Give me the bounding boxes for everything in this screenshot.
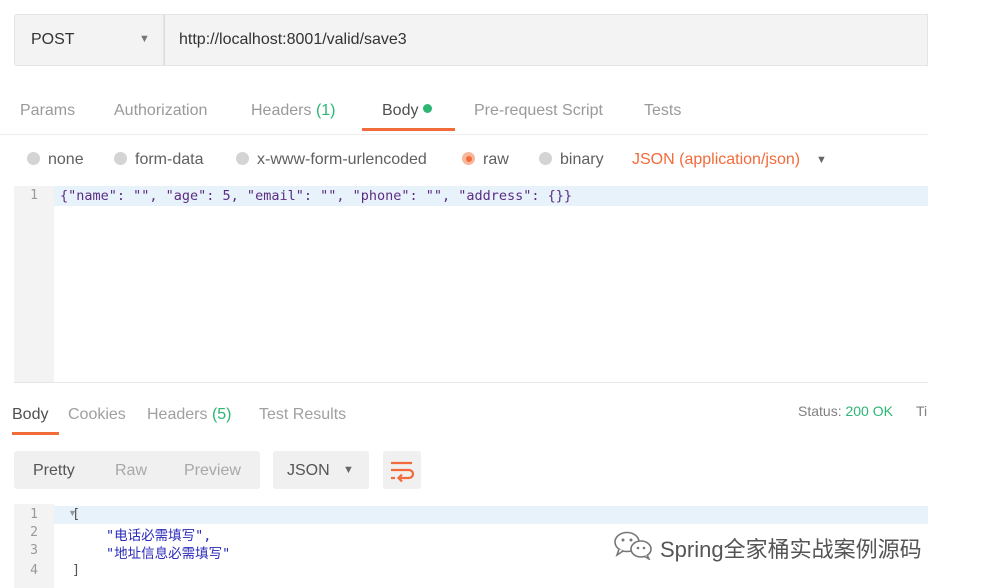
wechat-icon xyxy=(614,531,652,562)
response-line-2: "电话必需填写", xyxy=(106,528,212,544)
radio-form-data-label: form-data xyxy=(135,151,204,168)
response-line-4: ] xyxy=(72,562,81,578)
response-active-underline xyxy=(12,432,59,435)
radio-urlencoded[interactable]: x-www-form-urlencoded xyxy=(236,151,427,169)
body-indicator-dot xyxy=(423,104,433,113)
content-type-select[interactable]: JSON (application/json) xyxy=(632,151,800,169)
line-number: 3 xyxy=(30,543,38,558)
tab-body[interactable]: Body xyxy=(382,102,433,120)
radio-binary-label: binary xyxy=(560,151,604,168)
response-status: Status: 200 OK xyxy=(798,403,893,419)
line-number: 1 xyxy=(30,507,38,522)
tab-params[interactable]: Params xyxy=(20,102,75,120)
method-select[interactable]: POST ▼ xyxy=(14,14,164,66)
radio-none-label: none xyxy=(48,151,84,168)
caret-down-icon: ▼ xyxy=(139,33,150,45)
response-tabs: Body Cookies Headers (5) Test Results St… xyxy=(0,400,928,436)
radio-urlencoded-label: x-www-form-urlencoded xyxy=(257,151,427,168)
watermark-text: Spring全家桶实战案例源码 xyxy=(660,537,922,562)
radio-icon xyxy=(236,152,249,165)
status-time-truncated: Ti xyxy=(916,403,928,419)
response-tab-cookies[interactable]: Cookies xyxy=(68,406,126,424)
url-input[interactable]: http://localhost:8001/valid/save3 xyxy=(164,14,928,66)
tab-authorization[interactable]: Authorization xyxy=(114,102,207,120)
view-preview-button[interactable]: Preview xyxy=(184,462,241,480)
line-number: 4 xyxy=(30,563,38,578)
radio-binary[interactable]: binary xyxy=(539,151,604,169)
format-label: JSON xyxy=(287,462,330,479)
radio-form-data[interactable]: form-data xyxy=(114,151,203,169)
radio-none[interactable]: none xyxy=(27,151,84,169)
format-select[interactable]: JSON ▼ xyxy=(273,451,369,489)
view-mode-group: Pretty Raw Preview xyxy=(14,451,260,489)
view-pretty-button[interactable]: Pretty xyxy=(33,462,75,480)
request-tabs: Params Authorization Headers (1) Body Pr… xyxy=(0,88,928,135)
postman-window: POST ▼ http://localhost:8001/valid/save3… xyxy=(0,0,928,588)
line-number: 1 xyxy=(30,188,38,203)
method-label: POST xyxy=(31,31,75,48)
radio-raw[interactable]: raw xyxy=(462,151,509,169)
response-tab-headers-count: (5) xyxy=(211,406,232,423)
radio-selected-icon xyxy=(462,152,475,165)
radio-icon xyxy=(27,152,40,165)
line-gutter xyxy=(14,186,54,382)
status-label: Status: xyxy=(798,403,842,419)
watermark: Spring全家桶实战案例源码 xyxy=(612,530,922,562)
radio-icon xyxy=(539,152,552,165)
response-line-3: "地址信息必需填写" xyxy=(106,546,231,562)
body-type-selector: none form-data x-www-form-urlencoded raw… xyxy=(0,146,928,176)
caret-down-icon[interactable]: ▼ xyxy=(816,154,827,166)
wrap-lines-button[interactable] xyxy=(383,451,421,489)
url-text: http://localhost:8001/valid/save3 xyxy=(179,31,407,48)
response-tab-test-results[interactable]: Test Results xyxy=(259,406,346,424)
active-line-highlight xyxy=(14,506,928,524)
tab-pre-request-script[interactable]: Pre-request Script xyxy=(474,102,603,120)
response-tab-headers-label: Headers xyxy=(147,406,208,423)
radio-icon xyxy=(114,152,127,165)
tab-body-label: Body xyxy=(382,102,419,119)
wrap-lines-icon xyxy=(391,461,415,483)
request-body-code: {"name": "", "age": 5, "email": "", "pho… xyxy=(60,188,573,204)
tab-tests[interactable]: Tests xyxy=(644,102,681,120)
line-number: 2 xyxy=(30,525,38,540)
radio-raw-label: raw xyxy=(483,151,509,168)
tab-headers-count: (1) xyxy=(315,102,336,119)
request-body-editor[interactable]: 1 {"name": "", "age": 5, "email": "", "p… xyxy=(14,186,928,383)
view-raw-button[interactable]: Raw xyxy=(115,462,147,480)
response-tab-headers[interactable]: Headers (5) xyxy=(147,406,232,424)
active-tab-underline xyxy=(362,128,455,131)
response-line-1: [ xyxy=(72,506,81,522)
caret-down-icon: ▼ xyxy=(343,464,354,476)
response-tab-body[interactable]: Body xyxy=(12,406,48,424)
status-value: 200 OK xyxy=(845,403,893,419)
request-url-bar: POST ▼ http://localhost:8001/valid/save3 xyxy=(14,14,928,66)
tab-headers-label: Headers xyxy=(251,102,312,119)
tab-headers[interactable]: Headers (1) xyxy=(251,102,336,120)
